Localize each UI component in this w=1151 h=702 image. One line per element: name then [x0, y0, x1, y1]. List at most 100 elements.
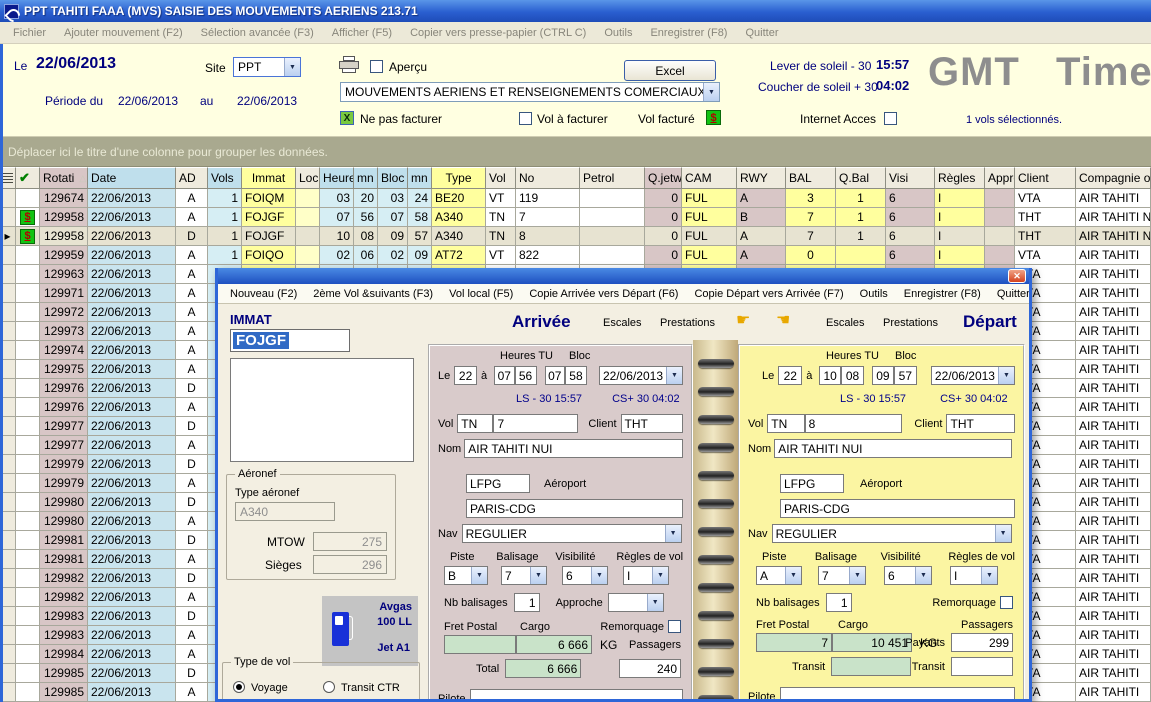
arrivee-total-input[interactable]: 6 666	[505, 659, 581, 678]
cell-compagnie[interactable]: AIR TAHITI	[1076, 246, 1151, 265]
menu-quitter[interactable]: Quitter	[736, 27, 787, 39]
cell-rotation[interactable]: 129977	[40, 417, 88, 436]
cell-compagnie[interactable]: AIR TAHITI N	[1076, 208, 1151, 227]
column-header-qjetw[interactable]: Q.jetw	[645, 167, 682, 189]
cell-rotation[interactable]: 129979	[40, 455, 88, 474]
cell-vol[interactable]: TN	[486, 227, 516, 246]
menu-fichier[interactable]: Fichier	[4, 27, 55, 39]
chevron-down-icon[interactable]: ▼	[785, 567, 801, 584]
cell-ad[interactable]: D	[176, 607, 208, 626]
cell-compagnie[interactable]: AIR TAHITI N	[1076, 227, 1151, 246]
cell-dollar[interactable]	[16, 683, 40, 702]
cell-date[interactable]: 22/06/2013	[88, 455, 176, 474]
arrivee-nb-balisages-input[interactable]: 1	[514, 593, 540, 612]
dialog-menu-2eme-vol[interactable]: 2ème Vol &suivants (F3)	[305, 288, 441, 300]
cell-ad[interactable]: D	[176, 379, 208, 398]
cell-compagnie[interactable]: AIR TAHITI	[1076, 569, 1151, 588]
cell-mn1[interactable]: 56	[354, 208, 378, 227]
grid-menu-icon[interactable]	[2, 173, 13, 183]
cell-bal[interactable]: 3	[786, 189, 836, 208]
cell-compagnie[interactable]: AIR TAHITI	[1076, 683, 1151, 702]
sieges-input[interactable]: 296	[313, 555, 387, 574]
cell-date[interactable]: 22/06/2013	[88, 322, 176, 341]
cell-client[interactable]: THT	[1015, 208, 1076, 227]
cell-compagnie[interactable]: AIR TAHITI	[1076, 664, 1151, 683]
cell-dollar[interactable]	[16, 550, 40, 569]
cell-date[interactable]: 22/06/2013	[88, 474, 176, 493]
cell-loc[interactable]	[296, 189, 320, 208]
chevron-down-icon[interactable]: ▼	[849, 567, 865, 584]
cell-ad[interactable]: A	[176, 246, 208, 265]
cell-visi[interactable]: 6	[886, 227, 935, 246]
voyage-radio[interactable]	[233, 681, 245, 693]
group-by-band[interactable]: Déplacer ici le titre d'une colonne pour…	[0, 137, 1151, 167]
cell-vols[interactable]: 1	[208, 227, 242, 246]
column-header-dollar[interactable]: ✔	[16, 167, 40, 189]
cell-date[interactable]: 22/06/2013	[88, 436, 176, 455]
column-header-loc[interactable]: Loc	[296, 167, 320, 189]
chevron-down-icon[interactable]: ▼	[647, 594, 663, 611]
site-combo[interactable]: PPT ▼	[233, 57, 301, 77]
cell-dollar[interactable]	[16, 569, 40, 588]
cell-mn2[interactable]: 58	[408, 208, 432, 227]
type-aeronef-input[interactable]: A340	[235, 502, 335, 521]
cell-ad[interactable]: D	[176, 531, 208, 550]
transit-ctr-radio[interactable]	[323, 681, 335, 693]
cell-ad[interactable]: D	[176, 455, 208, 474]
column-header-type[interactable]: Type	[432, 167, 486, 189]
cell-qbal[interactable]: 1	[836, 227, 886, 246]
cell-date[interactable]: 22/06/2013	[88, 417, 176, 436]
cell-no[interactable]: 822	[516, 246, 580, 265]
depart-transit-pax-input[interactable]	[951, 657, 1013, 676]
cell-date[interactable]: 22/06/2013	[88, 493, 176, 512]
depart-airport-code-input[interactable]: LFPG	[780, 474, 844, 493]
cell-compagnie[interactable]: AIR TAHITI	[1076, 284, 1151, 303]
chevron-down-icon[interactable]: ▼	[998, 367, 1014, 384]
immat-input[interactable]: FOJGF	[230, 329, 350, 352]
cell-compagnie[interactable]: AIR TAHITI	[1076, 379, 1151, 398]
depart-le-day-input[interactable]: 22	[778, 366, 802, 385]
cell-compagnie[interactable]: AIR TAHITI	[1076, 189, 1151, 208]
cell-rotation[interactable]: 129972	[40, 303, 88, 322]
depart-airport-name-input[interactable]: PARIS-CDG	[780, 499, 1015, 518]
arrivee-cargo-input[interactable]: 6 666	[516, 635, 592, 654]
table-row[interactable]: $12995822/06/2013A1FOJGF07560758A340TN70…	[0, 208, 1151, 227]
cell-appro[interactable]	[985, 208, 1015, 227]
mtow-input[interactable]: 275	[313, 532, 387, 551]
current-date[interactable]: 22/06/2013	[36, 55, 116, 73]
cell-mn2[interactable]: 57	[408, 227, 432, 246]
cell-rotation[interactable]: 129958	[40, 227, 88, 246]
cell-heure[interactable]: 03	[320, 189, 354, 208]
cell-date[interactable]: 22/06/2013	[88, 284, 176, 303]
cell-rotation[interactable]: 129982	[40, 569, 88, 588]
cell-rotation[interactable]: 129963	[40, 265, 88, 284]
cell-regles[interactable]: I	[935, 227, 985, 246]
column-header-bloc[interactable]: Bloc	[378, 167, 408, 189]
cell-rwy[interactable]: A	[737, 189, 786, 208]
arrivee-escales-link[interactable]: Escales	[603, 317, 642, 329]
cell-petrol[interactable]	[580, 246, 645, 265]
depart-nav-combo[interactable]: REGULIER ▼	[772, 524, 1012, 543]
menu-selection-avancee[interactable]: Sélection avancée (F3)	[192, 27, 323, 39]
cell-rotation[interactable]: 129975	[40, 360, 88, 379]
cell-dollar[interactable]	[16, 607, 40, 626]
cell-date[interactable]: 22/06/2013	[88, 379, 176, 398]
cell-rotation[interactable]: 129979	[40, 474, 88, 493]
apercu-checkbox[interactable]	[370, 60, 383, 73]
cell-dollar[interactable]	[16, 588, 40, 607]
cell-dollar[interactable]	[16, 512, 40, 531]
menu-outils[interactable]: Outils	[595, 27, 641, 39]
chevron-down-icon[interactable]: ▼	[665, 525, 681, 542]
arrivee-nom-input[interactable]: AIR TAHITI NUI	[464, 439, 683, 458]
cell-appro[interactable]	[985, 227, 1015, 246]
cell-compagnie[interactable]: AIR TAHITI	[1076, 398, 1151, 417]
cell-compagnie[interactable]: AIR TAHITI	[1076, 512, 1151, 531]
cell-bloc[interactable]: 02	[378, 246, 408, 265]
dialog-menu-vol-local[interactable]: Vol local (F5)	[441, 288, 521, 300]
cell-immat[interactable]: FOJGF	[242, 227, 296, 246]
cell-bal[interactable]: 7	[786, 208, 836, 227]
title-bar[interactable]: PPT TAHITI FAAA (MVS) SAISIE DES MOUVEME…	[0, 0, 1151, 22]
menu-ajouter-mouvement[interactable]: Ajouter mouvement (F2)	[55, 27, 192, 39]
cell-rotation[interactable]: 129974	[40, 341, 88, 360]
cell-compagnie[interactable]: AIR TAHITI	[1076, 436, 1151, 455]
